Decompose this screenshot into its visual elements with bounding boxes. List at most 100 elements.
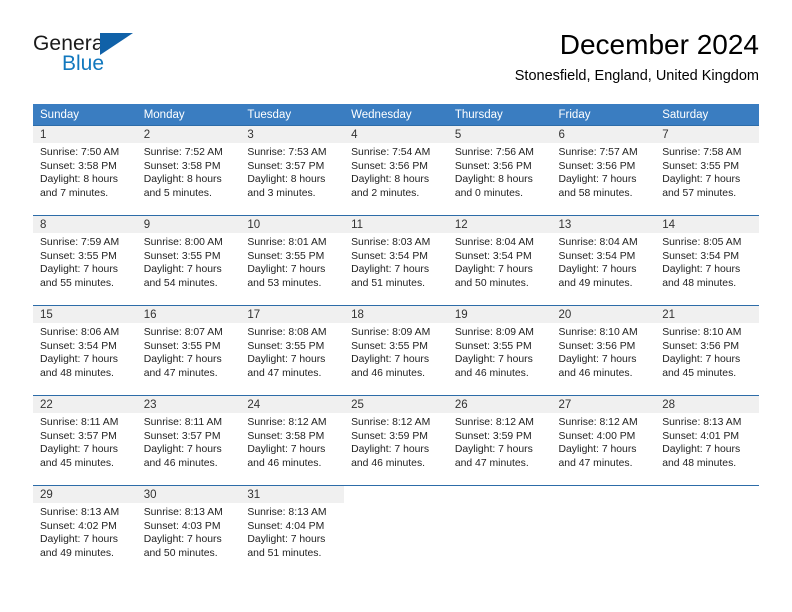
day-cell[interactable]: 29 Sunrise: 8:13 AM Sunset: 4:02 PM Dayl… (33, 485, 137, 575)
day-cell[interactable]: 13 Sunrise: 8:04 AM Sunset: 3:54 PM Dayl… (551, 215, 656, 306)
sunrise-text: Sunrise: 7:54 AM (351, 147, 431, 158)
daylight-text-line2: and 55 minutes. (40, 277, 114, 289)
daylight-text-line1: Daylight: 8 hours (40, 174, 118, 186)
sunset-text: Sunset: 3:57 PM (40, 430, 117, 442)
daylight-text-line2: and 46 minutes. (143, 457, 218, 469)
sunset-text: Sunset: 3:56 PM (558, 160, 636, 172)
day-cell[interactable]: 31 Sunrise: 8:13 AM Sunset: 4:04 PM Dayl… (240, 485, 345, 575)
day-cell[interactable]: 25 Sunrise: 8:12 AM Sunset: 3:59 PM Dayl… (344, 395, 448, 486)
day-number (447, 486, 552, 503)
day-cell[interactable]: 17 Sunrise: 8:08 AM Sunset: 3:55 PM Dayl… (240, 305, 345, 396)
sunset-text: Sunset: 4:00 PM (558, 430, 636, 442)
day-cell[interactable]: 1 Sunrise: 7:50 AM Sunset: 3:58 PM Dayli… (33, 125, 137, 216)
sunset-text: Sunset: 3:54 PM (40, 340, 117, 352)
day-cell[interactable]: 5 Sunrise: 7:56 AM Sunset: 3:56 PM Dayli… (447, 125, 552, 216)
sunset-text: Sunset: 3:54 PM (558, 250, 636, 262)
day-cell[interactable]: 21 Sunrise: 8:10 AM Sunset: 3:56 PM Dayl… (655, 305, 759, 396)
daylight-text-line1: Daylight: 7 hours (662, 354, 741, 366)
day-number: 30 (136, 486, 241, 503)
sunrise-text: Sunrise: 7:57 AM (558, 147, 638, 158)
daylight-text-line1: Daylight: 8 hours (143, 174, 222, 186)
sunset-text: Sunset: 3:55 PM (143, 250, 221, 262)
daylight-text-line2: and 46 minutes. (247, 457, 322, 469)
sunrise-text: Sunrise: 8:04 AM (454, 237, 534, 248)
day-number: 24 (240, 396, 345, 413)
daylight-text-line1: Daylight: 7 hours (247, 264, 326, 276)
daylight-text-line2: and 58 minutes. (558, 187, 633, 199)
day-cell[interactable]: 10 Sunrise: 8:01 AM Sunset: 3:55 PM Dayl… (240, 215, 345, 306)
day-cell[interactable]: 18 Sunrise: 8:09 AM Sunset: 3:55 PM Dayl… (344, 305, 448, 396)
day-number: 23 (136, 396, 241, 413)
day-cell[interactable]: 27 Sunrise: 8:12 AM Sunset: 4:00 PM Dayl… (551, 395, 656, 486)
day-cell[interactable]: 24 Sunrise: 8:12 AM Sunset: 3:58 PM Dayl… (240, 395, 345, 486)
sunrise-text: Sunrise: 8:01 AM (247, 237, 327, 248)
sunset-text: Sunset: 3:56 PM (351, 160, 428, 172)
daylight-text-line1: Daylight: 7 hours (662, 174, 741, 186)
sunrise-text: Sunrise: 8:07 AM (143, 327, 223, 338)
daylight-text-line1: Daylight: 7 hours (662, 264, 741, 276)
sunrise-text: Sunrise: 8:00 AM (143, 237, 223, 248)
day-number: 11 (344, 216, 448, 233)
page-header: General Blue December 2024 Stonesfield, … (33, 28, 759, 96)
day-cell-empty (447, 485, 552, 575)
day-details: Sunrise: 8:10 AM Sunset: 3:56 PM Dayligh… (655, 323, 759, 380)
sunset-text: Sunset: 3:55 PM (247, 250, 325, 262)
location-subtitle: Stonesfield, England, United Kingdom (514, 68, 759, 84)
daylight-text-line2: and 51 minutes. (351, 277, 426, 289)
sunset-text: Sunset: 3:55 PM (662, 160, 740, 172)
day-number: 13 (551, 216, 656, 233)
daylight-text-line2: and 7 minutes. (40, 187, 109, 199)
day-cell[interactable]: 30 Sunrise: 8:13 AM Sunset: 4:03 PM Dayl… (136, 485, 241, 575)
day-number: 9 (136, 216, 241, 233)
sunset-text: Sunset: 3:56 PM (662, 340, 740, 352)
day-cell[interactable]: 28 Sunrise: 8:13 AM Sunset: 4:01 PM Dayl… (655, 395, 759, 486)
day-details: Sunrise: 8:11 AM Sunset: 3:57 PM Dayligh… (33, 413, 137, 470)
day-cell[interactable]: 16 Sunrise: 8:07 AM Sunset: 3:55 PM Dayl… (136, 305, 241, 396)
day-details: Sunrise: 8:04 AM Sunset: 3:54 PM Dayligh… (552, 233, 656, 290)
sunrise-text: Sunrise: 8:11 AM (143, 417, 223, 428)
day-details: Sunrise: 8:08 AM Sunset: 3:55 PM Dayligh… (240, 323, 344, 380)
daylight-text-line1: Daylight: 7 hours (662, 444, 741, 456)
day-cell[interactable]: 9 Sunrise: 8:00 AM Sunset: 3:55 PM Dayli… (136, 215, 241, 306)
daylight-text-line1: Daylight: 7 hours (143, 264, 222, 276)
day-number: 2 (136, 126, 241, 143)
day-number: 27 (551, 396, 656, 413)
day-cell[interactable]: 8 Sunrise: 7:59 AM Sunset: 3:55 PM Dayli… (33, 215, 137, 306)
daylight-text-line2: and 45 minutes. (40, 457, 114, 469)
sunset-text: Sunset: 3:58 PM (40, 160, 117, 172)
daylight-text-line1: Daylight: 7 hours (454, 354, 533, 366)
brand-logo[interactable]: General Blue (33, 32, 213, 88)
sunrise-text: Sunrise: 8:06 AM (40, 327, 120, 338)
daylight-text-line1: Daylight: 7 hours (454, 444, 533, 456)
day-cell[interactable]: 11 Sunrise: 8:03 AM Sunset: 3:54 PM Dayl… (344, 215, 448, 306)
sunset-text: Sunset: 3:57 PM (247, 160, 325, 172)
day-cell[interactable]: 6 Sunrise: 7:57 AM Sunset: 3:56 PM Dayli… (551, 125, 656, 216)
day-cell[interactable]: 20 Sunrise: 8:10 AM Sunset: 3:56 PM Dayl… (551, 305, 656, 396)
day-cell[interactable]: 3 Sunrise: 7:53 AM Sunset: 3:57 PM Dayli… (240, 125, 345, 216)
day-cell[interactable]: 15 Sunrise: 8:06 AM Sunset: 3:54 PM Dayl… (33, 305, 137, 396)
day-cell[interactable]: 23 Sunrise: 8:11 AM Sunset: 3:57 PM Dayl… (136, 395, 241, 486)
day-details: Sunrise: 8:12 AM Sunset: 3:58 PM Dayligh… (240, 413, 344, 470)
daylight-text-line1: Daylight: 7 hours (40, 444, 118, 456)
brand-name-blue: Blue (62, 52, 105, 75)
day-cell[interactable]: 26 Sunrise: 8:12 AM Sunset: 3:59 PM Dayl… (447, 395, 552, 486)
day-cell[interactable]: 22 Sunrise: 8:11 AM Sunset: 3:57 PM Dayl… (33, 395, 137, 486)
calendar-week-row: 8 Sunrise: 7:59 AM Sunset: 3:55 PM Dayli… (33, 215, 759, 306)
day-cell[interactable]: 2 Sunrise: 7:52 AM Sunset: 3:58 PM Dayli… (136, 125, 241, 216)
day-number: 18 (344, 306, 448, 323)
day-number: 3 (240, 126, 345, 143)
day-cell[interactable]: 14 Sunrise: 8:05 AM Sunset: 3:54 PM Dayl… (655, 215, 759, 306)
daylight-text-line2: and 47 minutes. (454, 457, 529, 469)
day-cell[interactable]: 12 Sunrise: 8:04 AM Sunset: 3:54 PM Dayl… (447, 215, 552, 306)
day-cell[interactable]: 19 Sunrise: 8:09 AM Sunset: 3:55 PM Dayl… (447, 305, 552, 396)
sunrise-text: Sunrise: 8:13 AM (247, 507, 327, 518)
daylight-text-line2: and 5 minutes. (143, 187, 212, 199)
day-number: 6 (551, 126, 656, 143)
day-cell[interactable]: 4 Sunrise: 7:54 AM Sunset: 3:56 PM Dayli… (344, 125, 448, 216)
sunset-text: Sunset: 4:04 PM (247, 520, 325, 532)
daylight-text-line1: Daylight: 7 hours (558, 354, 637, 366)
daylight-text-line1: Daylight: 7 hours (143, 354, 222, 366)
day-cell[interactable]: 7 Sunrise: 7:58 AM Sunset: 3:55 PM Dayli… (655, 125, 759, 216)
day-number: 1 (33, 126, 137, 143)
sunset-text: Sunset: 3:56 PM (454, 160, 532, 172)
